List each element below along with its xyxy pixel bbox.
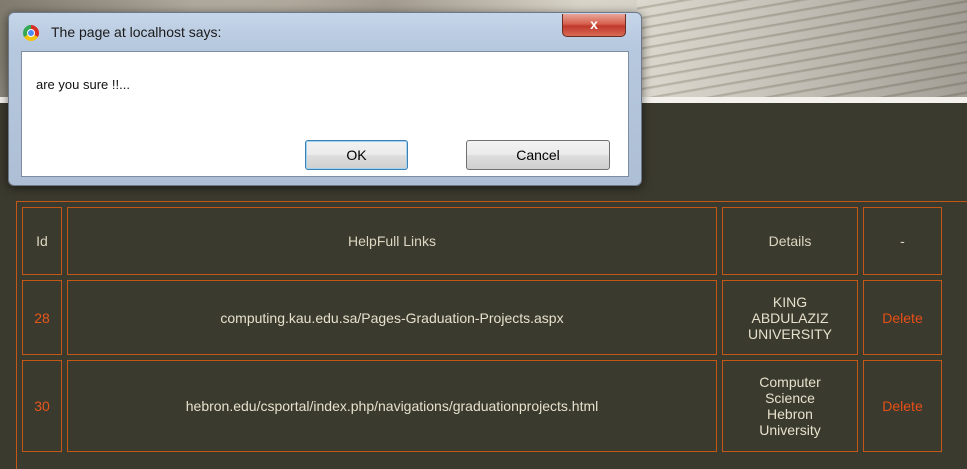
- ok-button[interactable]: OK: [305, 140, 408, 170]
- header-helpful-links: HelpFull Links: [67, 207, 717, 275]
- table-row: 28 computing.kau.edu.sa/Pages-Graduation…: [22, 280, 942, 355]
- row-details: Computer Science Hebron University: [722, 360, 858, 452]
- delete-link[interactable]: Delete: [863, 360, 942, 452]
- header-id: Id: [22, 207, 62, 275]
- row-link: computing.kau.edu.sa/Pages-Graduation-Pr…: [67, 280, 717, 355]
- dialog-title: The page at localhost says:: [51, 24, 222, 40]
- row-link: hebron.edu/csportal/index.php/navigation…: [67, 360, 717, 452]
- cancel-button[interactable]: Cancel: [466, 140, 610, 170]
- links-table-container: Id HelpFull Links Details - 28 computing…: [16, 201, 967, 469]
- close-icon: x: [590, 16, 598, 32]
- table-header-row: Id HelpFull Links Details -: [22, 207, 942, 275]
- row-id: 30: [22, 360, 62, 452]
- row-id: 28: [22, 280, 62, 355]
- confirm-dialog: The page at localhost says: x are you su…: [8, 12, 642, 186]
- dialog-message: are you sure !!...: [36, 77, 130, 92]
- row-details: KING ABDULAZIZ UNIVERSITY: [722, 280, 858, 355]
- table-row: 30 hebron.edu/csportal/index.php/navigat…: [22, 360, 942, 452]
- chrome-icon: [23, 25, 39, 41]
- close-button[interactable]: x: [562, 14, 626, 37]
- header-action: -: [863, 207, 942, 275]
- dialog-body: are you sure !!... OK Cancel: [21, 51, 629, 177]
- header-details: Details: [722, 207, 858, 275]
- dialog-titlebar[interactable]: The page at localhost says: x: [9, 13, 641, 51]
- helpful-links-table: Id HelpFull Links Details - 28 computing…: [17, 202, 947, 457]
- delete-link[interactable]: Delete: [863, 280, 942, 355]
